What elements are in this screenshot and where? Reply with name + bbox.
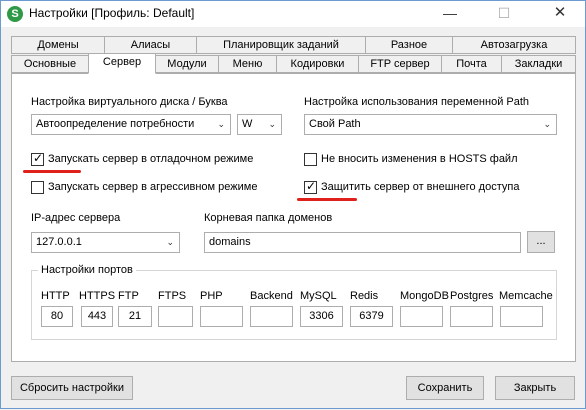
- port-input-mongodb[interactable]: [400, 306, 443, 327]
- highlight-underline: [23, 170, 81, 173]
- tab-mail[interactable]: Почта: [441, 55, 502, 73]
- port-label-https: HTTPS: [79, 290, 116, 302]
- port-label-php: PHP: [200, 290, 223, 302]
- port-input-ftps[interactable]: [158, 306, 193, 327]
- port-label-ftp: FTP: [118, 290, 139, 302]
- tab-scheduler[interactable]: Планировщик заданий: [196, 36, 366, 54]
- tab-server[interactable]: Сервер: [88, 53, 156, 74]
- chevron-down-icon: ⌄: [166, 237, 174, 247]
- close-button[interactable]: Закрыть: [495, 376, 575, 400]
- ports-title: Настройки портов: [38, 264, 136, 276]
- hosts-file-label: Не вносить изменения в HOSTS файл: [321, 153, 518, 165]
- port-label-redis: Redis: [350, 290, 379, 302]
- path-select[interactable]: Свой Path ⌄: [304, 114, 557, 135]
- port-input-mysql[interactable]: 3306: [300, 306, 343, 327]
- reset-settings-button[interactable]: Сбросить настройки: [11, 376, 133, 400]
- maximize-button[interactable]: ☐: [485, 1, 523, 27]
- chevron-down-icon: ⌄: [268, 119, 276, 129]
- title-bar: S Настройки [Профиль: Default] — ☐ ✕: [1, 1, 585, 27]
- port-label-mongodb: MongoDB: [400, 290, 449, 302]
- drive-letter-value: W: [242, 118, 253, 130]
- port-input-memcache[interactable]: [500, 306, 543, 327]
- tab-aliases[interactable]: Алиасы: [104, 36, 197, 54]
- port-input-php[interactable]: [200, 306, 243, 327]
- port-input-redis[interactable]: 6379: [350, 306, 393, 327]
- tab-main[interactable]: Основные: [11, 55, 89, 73]
- close-window-button[interactable]: ✕: [541, 1, 579, 27]
- drive-letter-select[interactable]: W ⌄: [237, 114, 282, 135]
- tab-misc[interactable]: Разное: [365, 36, 453, 54]
- app-icon: S: [7, 6, 23, 22]
- debug-mode-checkbox[interactable]: ✓: [31, 151, 44, 166]
- protect-label: Защитить сервер от внешнего доступа: [321, 181, 520, 193]
- protect-checkbox[interactable]: ✓: [304, 179, 317, 194]
- ip-select[interactable]: 127.0.0.1 ⌄: [31, 232, 180, 253]
- port-input-postgres[interactable]: [450, 306, 493, 327]
- port-label-backend: Backend: [250, 290, 293, 302]
- chevron-down-icon: ⌄: [543, 119, 551, 129]
- highlight-underline: [297, 198, 357, 201]
- ip-value: 127.0.0.1: [36, 236, 82, 248]
- tab-autostart[interactable]: Автозагрузка: [452, 36, 576, 54]
- tab-bookmarks[interactable]: Закладки: [501, 55, 576, 73]
- settings-window: S Настройки [Профиль: Default] — ☐ ✕ Дом…: [0, 0, 586, 409]
- port-input-backend[interactable]: [250, 306, 293, 327]
- tab-menu[interactable]: Меню: [218, 55, 277, 73]
- minimize-button[interactable]: —: [431, 1, 469, 27]
- tab-encodings[interactable]: Кодировки: [276, 55, 359, 73]
- hosts-file-checkbox[interactable]: [304, 153, 317, 166]
- port-label-ftps: FTPS: [158, 290, 187, 302]
- root-folder-input[interactable]: domains: [204, 232, 521, 253]
- disk-select-value: Автоопределение потребности: [36, 118, 195, 130]
- debug-mode-label: Запускать сервер в отладочном режиме: [48, 153, 254, 165]
- port-label-postgres: Postgres: [450, 290, 494, 302]
- tab-domains[interactable]: Домены: [11, 36, 105, 54]
- port-input-http[interactable]: 80: [41, 306, 73, 327]
- window-title: Настройки [Профиль: Default]: [29, 6, 195, 20]
- path-label: Настройка использования переменной Path: [304, 96, 530, 108]
- root-label: Корневая папка доменов: [204, 212, 333, 224]
- ports-group: [31, 270, 557, 340]
- path-select-value: Свой Path: [309, 118, 361, 130]
- port-input-ftp[interactable]: 21: [118, 306, 152, 327]
- disk-label: Настройка виртуального диска / Буква: [31, 96, 228, 108]
- tab-ftp-server[interactable]: FTP сервер: [358, 55, 442, 73]
- tab-modules[interactable]: Модули: [155, 55, 219, 73]
- browse-button[interactable]: ...: [527, 231, 555, 253]
- port-label-mysql: MySQL: [300, 290, 337, 302]
- save-button[interactable]: Сохранить: [406, 376, 484, 400]
- ip-label: IP-адрес сервера: [31, 212, 121, 224]
- chevron-down-icon: ⌄: [217, 119, 225, 129]
- check-icon: ✓: [306, 179, 317, 193]
- aggressive-label: Запускать сервер в агрессивном режиме: [48, 181, 258, 193]
- aggressive-checkbox[interactable]: [31, 181, 44, 194]
- port-label-http: HTTP: [41, 290, 70, 302]
- disk-select[interactable]: Автоопределение потребности ⌄: [31, 114, 231, 135]
- port-input-https[interactable]: 443: [81, 306, 113, 327]
- port-label-memcache: Memcache: [499, 290, 553, 302]
- check-icon: ✓: [33, 151, 44, 165]
